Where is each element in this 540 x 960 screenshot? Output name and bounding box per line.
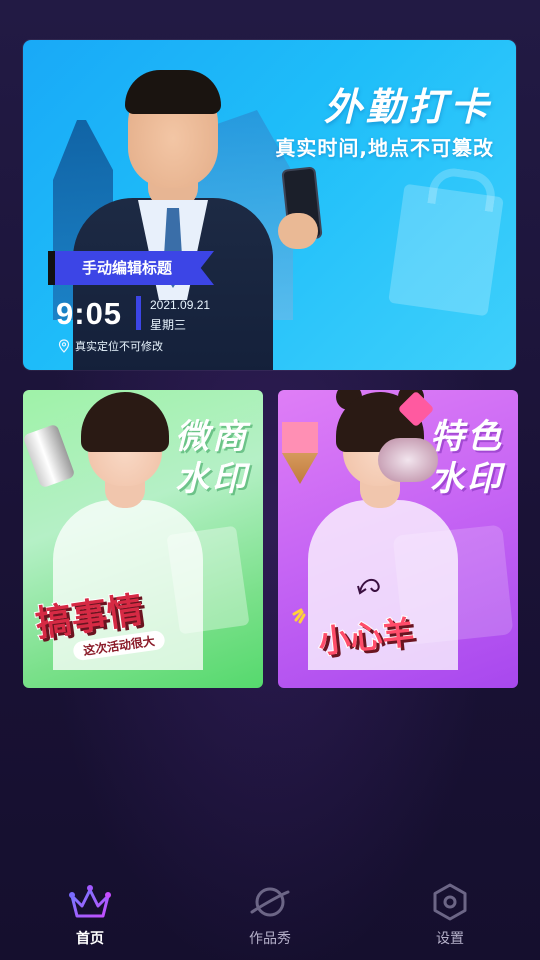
wechat-business-watermark-card[interactable]: 微商 水印 搞事情 这次活动很大 bbox=[23, 390, 263, 688]
card-title-line2: 水印 bbox=[430, 459, 504, 499]
hair-shape bbox=[125, 70, 221, 114]
home-screen: 外勤打卡 真实时间,地点不可篡改 手动编辑标题 9:05 2021.09.21 … bbox=[0, 0, 540, 960]
ribbon-accent-bar bbox=[48, 251, 55, 285]
crown-icon bbox=[69, 885, 111, 918]
time-divider bbox=[136, 296, 141, 330]
featured-watermark-card[interactable]: 特色 水印 小心羊 bbox=[278, 390, 518, 688]
shopping-bag-decoration bbox=[388, 183, 504, 317]
nav-item-settings[interactable]: 设置 bbox=[390, 882, 510, 948]
watermark-weekday: 星期三 bbox=[150, 318, 187, 332]
location-note: 真实定位不可修改 bbox=[58, 338, 163, 354]
nav-label: 作品秀 bbox=[249, 931, 291, 947]
bottom-nav: 首页 作品秀 设置 bbox=[0, 868, 540, 960]
banner-subtitle: 真实时间,地点不可篡改 bbox=[275, 136, 494, 160]
location-pin-icon bbox=[58, 339, 70, 353]
card-title: 特色 水印 bbox=[430, 416, 504, 500]
card-title-line2: 水印 bbox=[175, 459, 249, 499]
nav-item-home[interactable]: 首页 bbox=[30, 882, 150, 948]
planet-icon bbox=[250, 887, 290, 917]
hexagon-settings-icon bbox=[433, 883, 467, 921]
watermark-date: 2021.09.21 bbox=[150, 298, 211, 312]
card-title: 微商 水印 bbox=[175, 416, 249, 500]
card-title-line1: 微商 bbox=[175, 417, 249, 457]
location-note-text: 真实定位不可修改 bbox=[75, 340, 163, 353]
nav-label: 首页 bbox=[76, 931, 104, 947]
card-title-line1: 特色 bbox=[430, 417, 504, 457]
burst-rays-icon bbox=[292, 608, 306, 624]
field-checkin-banner[interactable]: 外勤打卡 真实时间,地点不可篡改 手动编辑标题 9:05 2021.09.21 … bbox=[23, 40, 516, 370]
banner-title: 外勤打卡 bbox=[323, 85, 492, 129]
nav-item-showcase[interactable]: 作品秀 bbox=[210, 882, 330, 948]
ice-cream-icon bbox=[378, 438, 438, 482]
hair-shape bbox=[81, 392, 169, 452]
curl-arrow-icon bbox=[357, 578, 380, 595]
nav-label: 设置 bbox=[436, 931, 464, 947]
editable-title-ribbon[interactable]: 手动编辑标题 bbox=[48, 251, 214, 285]
watermark-time: 9:05 bbox=[56, 296, 123, 331]
hand-shape bbox=[278, 213, 318, 249]
